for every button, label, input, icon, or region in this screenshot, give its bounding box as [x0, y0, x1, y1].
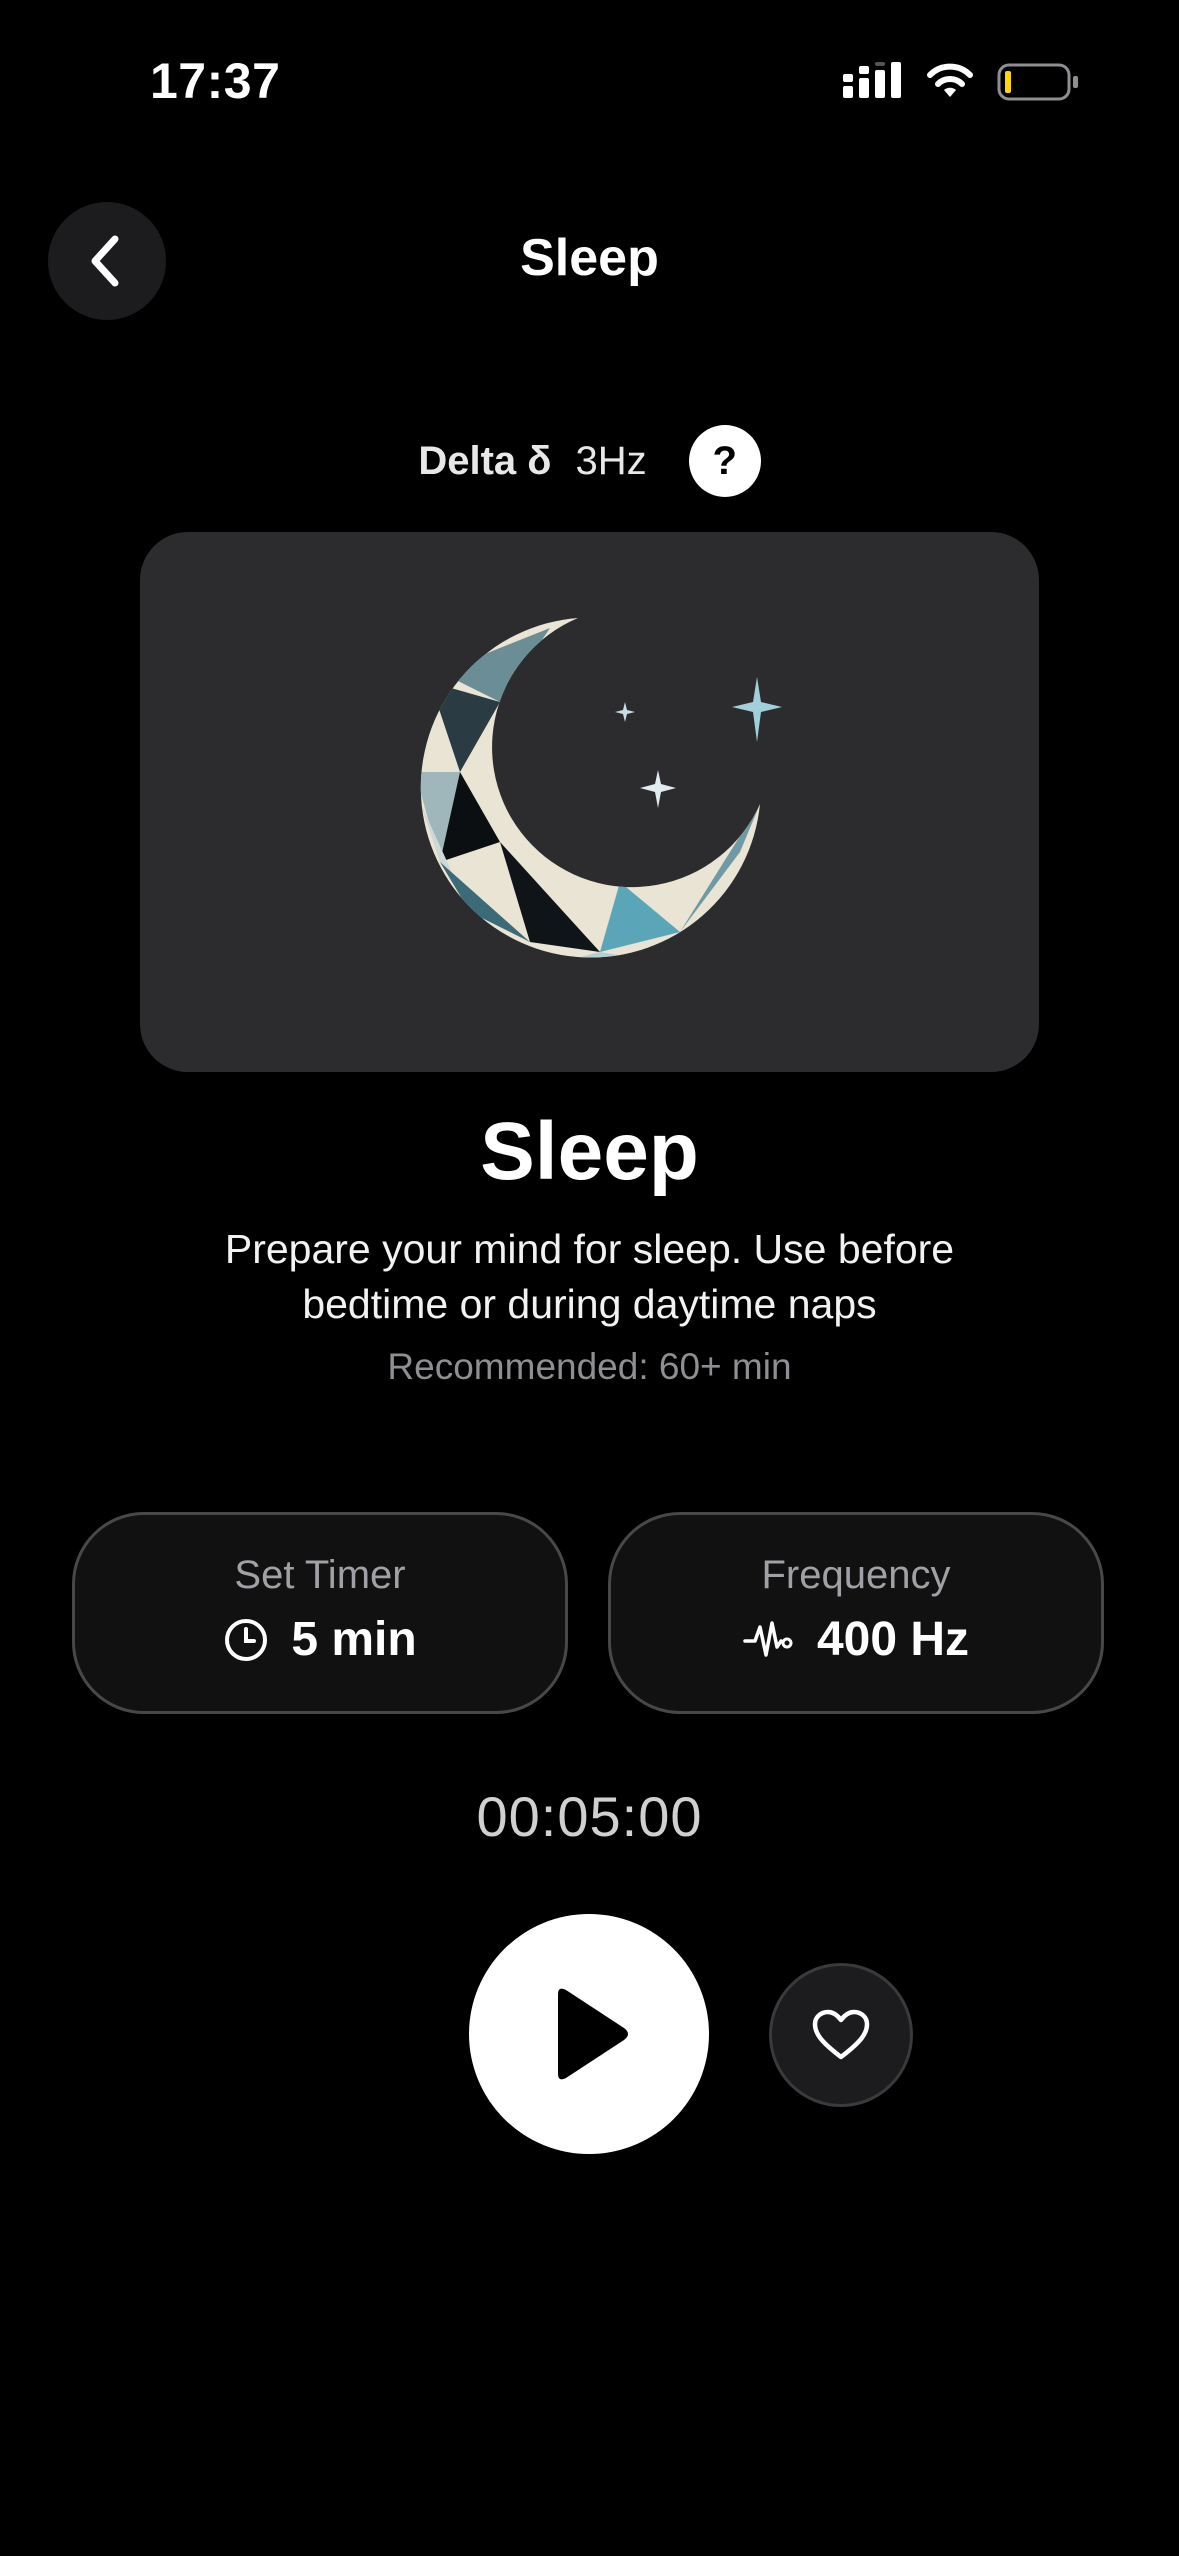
session-artwork: [140, 532, 1039, 1072]
frequency-button[interactable]: Frequency 400 Hz: [608, 1512, 1104, 1714]
set-timer-label: Set Timer: [234, 1553, 406, 1597]
timer-value: 5 min: [291, 1613, 417, 1666]
recommended-duration: Recommended: 60+ min: [387, 1346, 792, 1387]
clock-icon: [225, 1618, 268, 1661]
help-button[interactable]: ?: [688, 425, 761, 497]
heart-icon: [812, 2009, 870, 2060]
wave-frequency: 3Hz: [575, 438, 647, 483]
session-description: Prepare your mind for sleep. Use before …: [224, 1226, 955, 1327]
battery-low-icon: [997, 63, 1078, 101]
set-timer-button[interactable]: Set Timer 5 min: [72, 1512, 568, 1714]
countdown-timer: 00:05:00: [476, 1785, 703, 1848]
help-icon: ?: [712, 438, 737, 483]
waveform-icon: [743, 1620, 793, 1657]
frequency-label: Frequency: [761, 1553, 951, 1597]
wave-name: Delta δ: [418, 438, 552, 483]
favorite-button[interactable]: [769, 1963, 913, 2107]
frequency-value: 400 Hz: [816, 1613, 970, 1666]
wifi-icon: [927, 63, 973, 97]
status-icons: [843, 62, 1079, 102]
wave-info: Delta δ 3Hz ?: [0, 425, 1179, 497]
page-title: Sleep: [520, 229, 659, 287]
session-title: Sleep: [480, 1106, 699, 1197]
play-icon: [558, 1988, 628, 2080]
play-button[interactable]: [469, 1914, 709, 2154]
crescent-moon-stars-icon: [420, 618, 782, 958]
status-time: 17:37: [150, 53, 281, 109]
cellular-signal-icon: [843, 62, 901, 98]
